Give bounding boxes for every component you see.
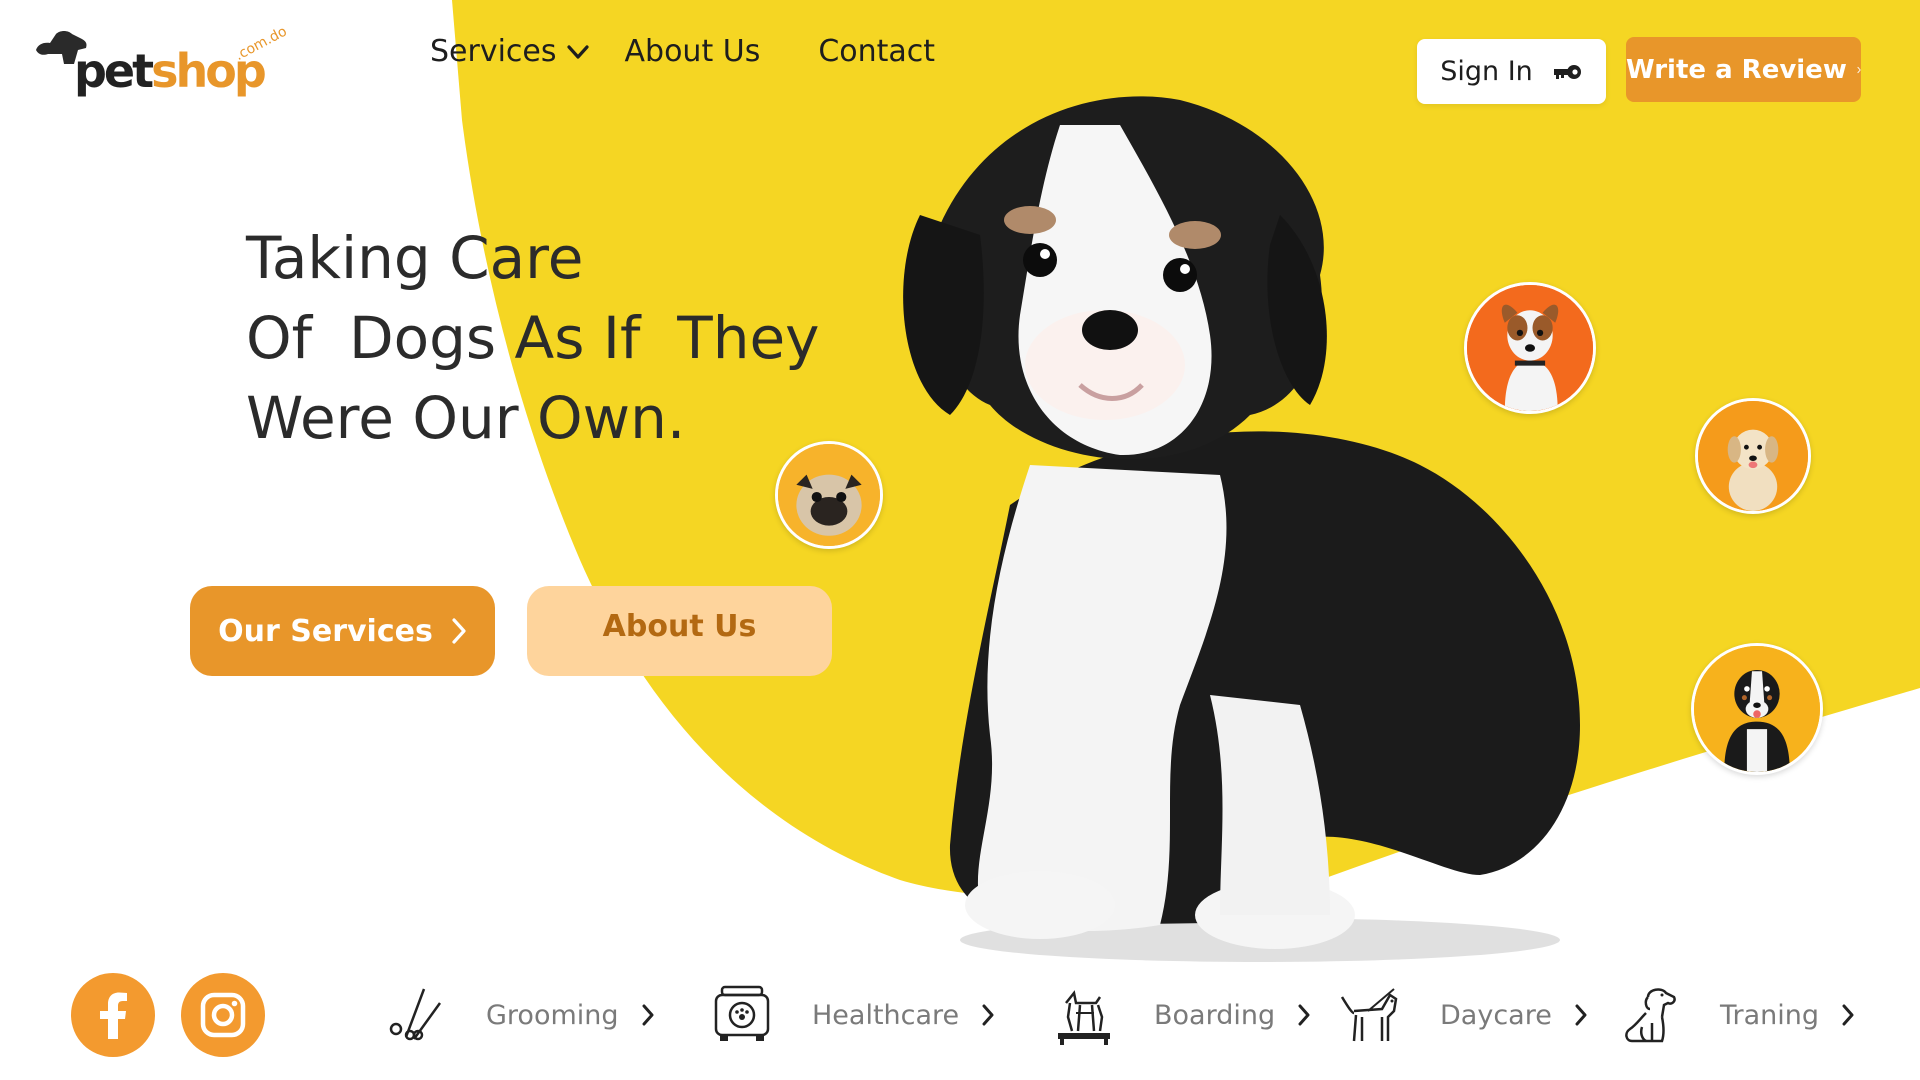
- chevron-right-icon: [452, 618, 466, 644]
- jack-russell-image: [1467, 285, 1593, 411]
- write-review-button[interactable]: Write a Review: [1626, 37, 1861, 102]
- main-nav: Services About Us Contact: [430, 34, 935, 69]
- pug-bubble: [775, 441, 883, 549]
- pug-image: [778, 444, 880, 546]
- instagram-icon: [200, 992, 246, 1038]
- chevron-right-icon: [981, 1003, 995, 1027]
- service-label: Daycare: [1440, 999, 1552, 1031]
- jack-russell-bubble: [1464, 282, 1596, 414]
- chevron-right-icon: [1574, 1003, 1588, 1027]
- nav-services[interactable]: Services: [430, 34, 589, 69]
- chevron-right-icon: [1857, 66, 1861, 73]
- service-grooming[interactable]: Grooming: [380, 975, 655, 1055]
- logo[interactable]: petshop .com.do: [34, 22, 290, 102]
- facebook-icon: [100, 992, 127, 1039]
- pet-carrier-icon: [706, 979, 778, 1051]
- nav-about-label: About Us: [624, 34, 761, 69]
- our-services-button[interactable]: Our Services: [190, 586, 495, 676]
- sitting-dog-icon: [1614, 979, 1686, 1051]
- sign-in-label: Sign In: [1440, 56, 1533, 87]
- service-label: Traning: [1720, 999, 1820, 1031]
- our-services-label: Our Services: [218, 613, 433, 649]
- scissors-icon: [380, 979, 452, 1051]
- service-boarding[interactable]: Boarding: [1048, 975, 1311, 1055]
- hero-line-1: Taking Care: [246, 224, 584, 292]
- write-review-label: Write a Review: [1626, 54, 1847, 85]
- logo-pet-text: pet: [74, 44, 154, 98]
- hero-line-2: Of Dogs As If They: [246, 304, 820, 372]
- chevron-right-icon: [1841, 1003, 1855, 1027]
- bernese-puppy-image: [1694, 646, 1820, 772]
- about-us-label: About Us: [602, 608, 757, 644]
- dog-bed-icon: [1048, 979, 1120, 1051]
- chevron-right-icon: [1297, 1003, 1311, 1027]
- nav-contact[interactable]: Contact: [818, 34, 935, 69]
- instagram-button[interactable]: [181, 973, 265, 1057]
- facebook-button[interactable]: [71, 973, 155, 1057]
- nav-contact-label: Contact: [818, 34, 936, 69]
- chevron-right-icon: [641, 1003, 655, 1027]
- service-label: Boarding: [1154, 999, 1276, 1031]
- key-icon: [1553, 64, 1581, 79]
- service-label: Healthcare: [812, 999, 960, 1031]
- nav-about-us[interactable]: About Us: [625, 34, 761, 69]
- puppy-image: [903, 96, 1580, 962]
- page: petshop .com.do Services About Us Contac…: [0, 0, 1920, 1080]
- about-us-button[interactable]: About Us: [527, 586, 832, 676]
- nav-services-label: Services: [430, 34, 557, 69]
- bernese-puppy-bubble: [1691, 643, 1823, 775]
- service-healthcare[interactable]: Healthcare: [706, 975, 995, 1055]
- dog-icon: [1334, 979, 1406, 1051]
- golden-puppy-image: [1698, 401, 1808, 511]
- service-label: Grooming: [486, 999, 619, 1031]
- chevron-down-icon: [566, 44, 589, 59]
- service-traning[interactable]: Traning: [1614, 975, 1855, 1055]
- golden-puppy-bubble: [1695, 398, 1811, 514]
- hero-line-3: Were Our Own.: [246, 384, 686, 452]
- service-daycare[interactable]: Daycare: [1334, 975, 1588, 1055]
- hero-headline: Taking Care Of Dogs As If They Were Our …: [246, 218, 820, 458]
